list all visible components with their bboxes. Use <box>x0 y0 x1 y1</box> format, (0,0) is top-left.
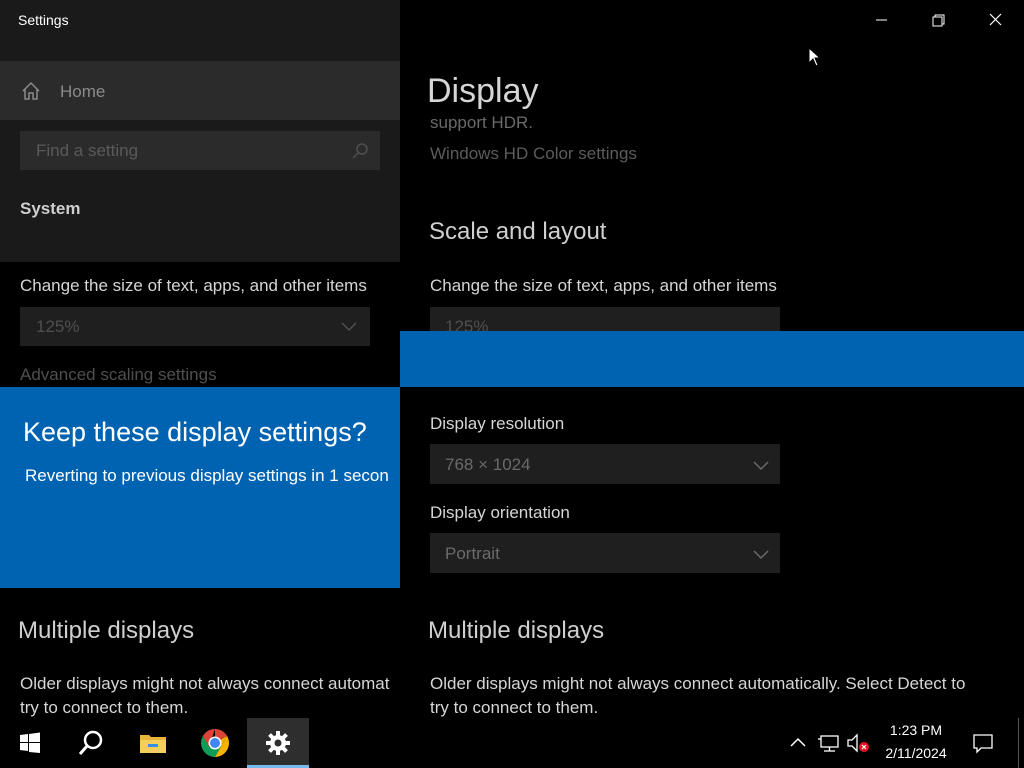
hdr-support-text: support HDR. <box>430 113 533 131</box>
volume-muted-icon[interactable] <box>846 732 870 754</box>
scale-dropdown-value: 125% <box>36 317 80 336</box>
resolution-dropdown-value: 768 × 1024 <box>445 455 531 474</box>
sidebar-item-home-label: Home <box>60 82 106 101</box>
resolution-label: Display resolution <box>430 414 565 433</box>
chevron-down-icon <box>753 550 769 560</box>
action-center-icon[interactable] <box>972 732 994 754</box>
search-placeholder: Find a setting <box>36 141 139 160</box>
taskbar-file-explorer[interactable] <box>122 718 184 768</box>
minimize-icon <box>876 19 887 21</box>
dialog-message: Reverting to previous display settings i… <box>25 466 389 485</box>
orientation-label: Display orientation <box>430 503 570 522</box>
scale-layout-heading: Scale and layout <box>429 218 607 245</box>
scale-dropdown[interactable]: 125% <box>430 307 780 331</box>
app-title: Settings <box>18 12 69 28</box>
show-hidden-icons-chevron-icon[interactable] <box>788 735 808 751</box>
chrome-icon <box>201 729 229 757</box>
change-size-label: Change the size of text, apps, and other… <box>430 276 777 295</box>
chevron-down-icon <box>341 322 357 332</box>
search-icon <box>352 143 368 159</box>
network-icon[interactable] <box>818 733 840 753</box>
file-explorer-icon <box>140 735 166 753</box>
search-icon <box>78 730 103 755</box>
left-pane: Settings Home Find a setting System Chan… <box>0 0 400 718</box>
orientation-dropdown-value: Portrait <box>445 544 500 563</box>
restore-button[interactable] <box>910 0 967 40</box>
page-title: Display <box>427 72 539 110</box>
older-displays-text: Older displays might not always connect … <box>20 674 390 693</box>
scale-dropdown-value: 125% <box>445 317 489 331</box>
taskbar <box>0 718 1024 768</box>
taskbar-search-button[interactable] <box>60 718 122 768</box>
dialog-title: Keep these display settings? <box>23 417 367 447</box>
home-icon <box>22 81 40 100</box>
multiple-displays-heading: Multiple displays <box>18 617 195 644</box>
mouse-cursor-icon <box>808 47 822 67</box>
sidebar-section-system[interactable]: System <box>20 199 80 219</box>
change-size-label: Change the size of text, apps, and other… <box>20 276 367 295</box>
minimize-button[interactable] <box>853 0 910 40</box>
older-displays-text-cont: try to connect to them. <box>20 698 189 717</box>
advanced-scaling-link[interactable]: Advanced scaling settings <box>20 365 217 385</box>
taskbar-settings[interactable] <box>247 718 309 768</box>
show-desktop-button[interactable] <box>1018 718 1019 768</box>
multiple-displays-heading: Multiple displays <box>428 617 605 644</box>
clock-time[interactable]: 1:23 PM <box>883 722 949 738</box>
hd-color-settings-link[interactable]: Windows HD Color settings <box>430 144 637 164</box>
clock-date[interactable]: 2/11/2024 <box>878 745 954 761</box>
windows-start-icon <box>20 732 40 753</box>
chevron-down-icon <box>753 461 769 471</box>
start-button[interactable] <box>0 718 60 768</box>
close-icon <box>989 13 1002 26</box>
taskbar-chrome[interactable] <box>184 718 246 768</box>
close-button[interactable] <box>967 0 1024 40</box>
settings-gear-icon <box>266 731 290 755</box>
keep-settings-dialog: Keep these display settings? Reverting t… <box>0 387 400 588</box>
dialog-band <box>400 331 1024 387</box>
older-displays-text-cont: try to connect to them. <box>430 698 599 717</box>
older-displays-text: Older displays might not always connect … <box>430 674 966 693</box>
restore-icon <box>932 14 945 27</box>
